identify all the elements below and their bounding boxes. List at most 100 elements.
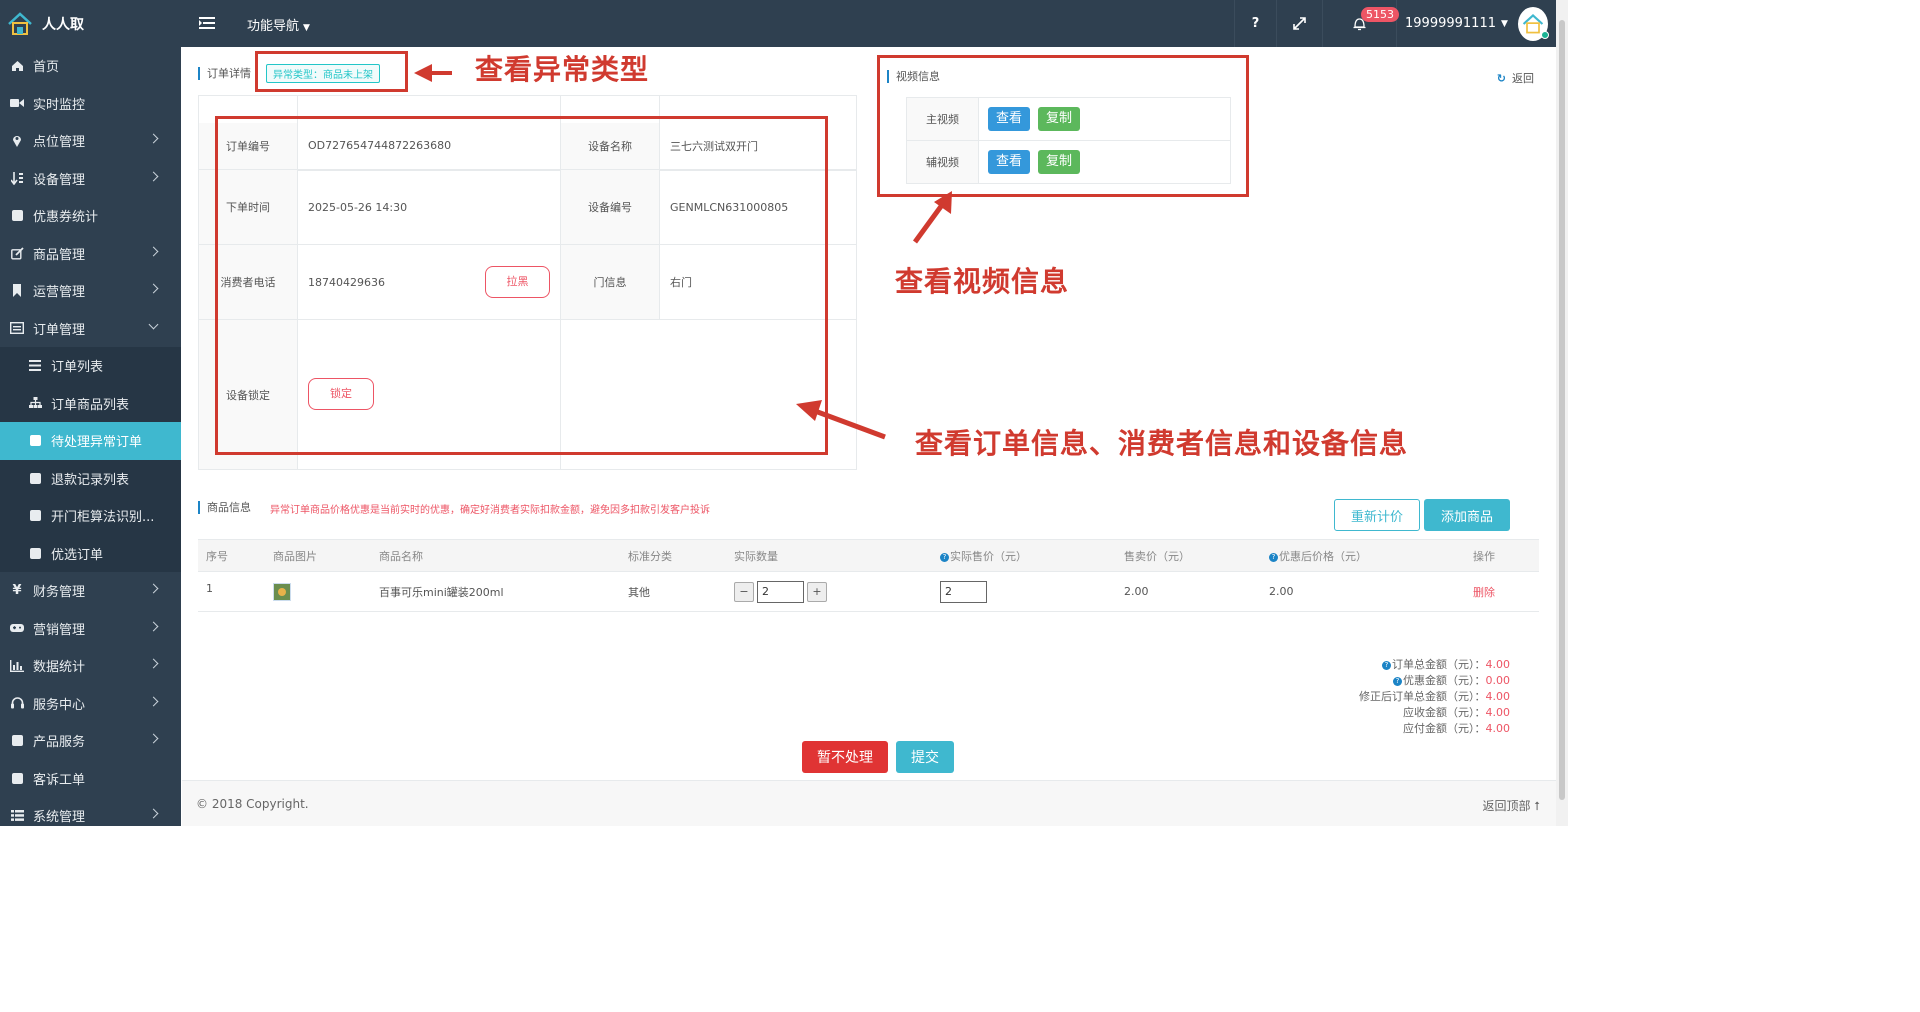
increment-button[interactable]: + [807, 581, 827, 602]
annotation-text-order-info: 查看订单信息、消费者信息和设备信息 [915, 427, 1409, 460]
sale-price: 2.00 [1116, 571, 1261, 612]
square-icon [28, 509, 42, 523]
sidebar-item-label: 财务管理 [33, 585, 86, 601]
back-to-top-label: 返回顶部 [1482, 799, 1531, 813]
square-icon [10, 734, 24, 748]
map-pin-icon [10, 134, 24, 148]
sidebar-item-marketing[interactable]: 营销管理 [0, 610, 181, 648]
sidebar-item-order-list[interactable]: 订单列表 [0, 347, 181, 385]
corrected-total-value: 4.00 [1485, 690, 1511, 703]
arrow-up-icon: ⭡ [1534, 799, 1540, 813]
sidebar-item-products[interactable]: 商品管理 [0, 235, 181, 273]
sidebar-item-location[interactable]: 点位管理 [0, 122, 181, 160]
vertical-scrollbar[interactable] [1556, 0, 1568, 826]
sidebar-item-label: 首页 [33, 60, 60, 76]
list-icon [10, 809, 24, 823]
product-info-title: 商品信息 [198, 501, 251, 514]
actual-price-input[interactable] [940, 580, 987, 603]
sidebar-item-live-monitor[interactable]: 实时监控 [0, 85, 181, 123]
discount-label: 优惠金额（元）： [1403, 674, 1486, 687]
submit-button[interactable]: 提交 [896, 741, 954, 773]
sidebar-item-product-services[interactable]: 产品服务 [0, 722, 181, 760]
delete-link[interactable]: 删除 [1465, 571, 1539, 612]
sidebar-item-algorithm-recognition[interactable]: 开门柜算法识别... [0, 497, 181, 535]
col-index: 序号 [198, 539, 265, 572]
scrollbar-thumb[interactable] [1559, 20, 1565, 800]
order-total-label: 订单总金额（元）： [1392, 658, 1486, 671]
sidebar-item-label: 服务中心 [33, 697, 86, 713]
back-link[interactable]: ↻ 返回 [1497, 70, 1534, 86]
help-circle-icon: ? [1269, 552, 1278, 562]
chevron-down-icon [148, 319, 159, 329]
help-button[interactable]: ? [1234, 0, 1276, 47]
yen-icon: ¥ [12, 583, 22, 599]
sidebar-item-label: 客诉工单 [33, 772, 86, 788]
notification-button[interactable]: 5153 [1322, 0, 1399, 47]
chevron-right-icon [148, 283, 159, 294]
sidebar-item-order-products[interactable]: 订单商品列表 [0, 384, 181, 422]
brand[interactable]: 人人取 [0, 0, 182, 47]
col-category: 标准分类 [620, 539, 726, 572]
row-index: 1 [198, 571, 265, 612]
sidebar-item-label: 优选订单 [51, 547, 104, 563]
receivable-label: 应收金额（元）： [1403, 706, 1486, 719]
chevron-right-icon [148, 246, 159, 256]
sidebar-item-preferred-orders[interactable]: 优选订单 [0, 534, 181, 572]
col-sale-price: 售卖价（元） [1116, 539, 1261, 572]
sidebar-item-label: 优惠券统计 [33, 210, 99, 226]
sidebar-item-pending-abnormal-orders[interactable]: 待处理异常订单 [0, 422, 181, 460]
sidebar-item-system[interactable]: 系统管理 [0, 797, 181, 826]
sidebar-item-operations[interactable]: 运营管理 [0, 272, 181, 310]
edit-icon [10, 246, 24, 260]
sidebar-item-finance[interactable]: ¥ 财务管理 [0, 572, 181, 610]
table-header-row: 序号 商品图片 商品名称 标准分类 实际数量 ? 实际售价（元） 售卖价（元） ?… [198, 539, 1539, 572]
user-phone: 19999991111 [1405, 16, 1496, 31]
sidebar-item-service-center[interactable]: 服务中心 [0, 685, 181, 723]
caret-down-icon: ▼ [303, 23, 310, 33]
menu-toggle-icon[interactable] [199, 16, 215, 30]
hold-button[interactable]: 暂不处理 [802, 741, 888, 773]
sidebar-item-label: 运营管理 [33, 285, 86, 301]
sidebar-item-home[interactable]: 首页 [0, 47, 181, 85]
footer: © 2018 Copyright. 返回顶部 ⭡ [182, 780, 1556, 826]
home-icon [10, 59, 24, 73]
function-nav-dropdown[interactable]: 功能导航 ▼ [247, 15, 310, 34]
app-window: 人人取 功能导航 ▼ ? 5153 19999991111 ▼ 首页 实时监控 … [0, 0, 1568, 826]
sidebar-item-label: 产品服务 [33, 735, 86, 751]
recalculate-button[interactable]: 重新计价 [1334, 499, 1420, 531]
sidebar-item-devices[interactable]: 设备管理 [0, 160, 181, 198]
back-to-top-link[interactable]: 返回顶部 ⭡ [1483, 797, 1540, 814]
table-row: 1 百事可乐mini罐装200ml 其他 − + 2.00 2.00 删除 [198, 571, 1539, 612]
product-thumbnail [273, 582, 291, 601]
sidebar-item-statistics[interactable]: 数据统计 [0, 647, 181, 685]
sidebar-item-orders[interactable]: 订单管理 [0, 310, 181, 348]
quantity-input[interactable] [757, 580, 804, 603]
add-product-button[interactable]: 添加商品 [1424, 499, 1510, 531]
video-camera-icon [10, 96, 24, 110]
user-menu[interactable]: 19999991111 ▼ [1396, 0, 1556, 47]
chevron-right-icon [148, 621, 159, 631]
chevron-right-icon [148, 658, 159, 669]
bar-chart-icon [10, 659, 24, 673]
bookmark-icon [10, 284, 24, 298]
sidebar-item-label: 订单列表 [51, 360, 104, 376]
chevron-right-icon [148, 133, 159, 144]
sidebar-item-coupon-stats[interactable]: 优惠券统计 [0, 197, 181, 235]
sidebar-item-label: 待处理异常订单 [51, 435, 143, 451]
decrement-button[interactable]: − [734, 581, 754, 602]
product-name: 百事可乐mini罐装200ml [371, 571, 620, 612]
sidebar-item-label: 订单管理 [33, 322, 86, 338]
sitemap-icon [28, 396, 42, 410]
sidebar-item-label: 营销管理 [33, 622, 86, 638]
sidebar-item-label: 点位管理 [33, 135, 86, 151]
top-header: 人人取 功能导航 ▼ ? 5153 19999991111 ▼ [0, 0, 1556, 47]
annotation-box-video-info [877, 55, 1249, 197]
sidebar-item-refund-records[interactable]: 退款记录列表 [0, 459, 181, 497]
square-icon [28, 434, 42, 448]
avatar[interactable] [1517, 6, 1549, 41]
notification-badge: 5153 [1361, 7, 1399, 22]
fullscreen-button[interactable] [1276, 0, 1322, 47]
copyright: © 2018 Copyright. [196, 797, 309, 811]
receivable-value: 4.00 [1485, 706, 1511, 719]
sidebar-item-complaint-tickets[interactable]: 客诉工单 [0, 760, 181, 798]
